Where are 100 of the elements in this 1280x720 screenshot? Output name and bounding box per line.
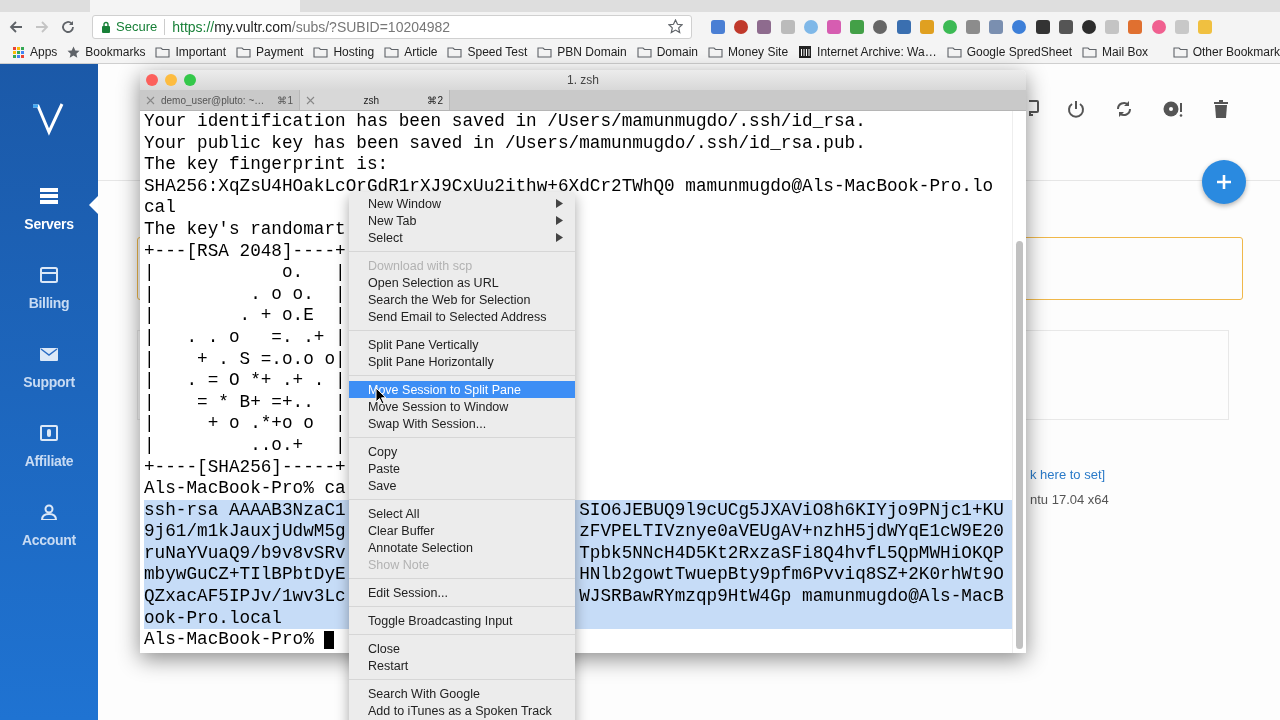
bookmark[interactable]: Money Site <box>708 45 789 59</box>
shortcut-label: ⌘2 <box>427 94 443 106</box>
sidebar-item[interactable]: Affiliate <box>0 425 98 469</box>
menu-item[interactable]: Open Selection as URL <box>349 274 575 291</box>
menu-item[interactable]: Select <box>349 229 575 246</box>
menu-item[interactable]: Send Email to Selected Address <box>349 308 575 325</box>
bookmark[interactable]: Mail Box <box>1082 45 1149 59</box>
refresh-icon[interactable] <box>1115 100 1133 118</box>
menu-item[interactable]: Select All <box>349 505 575 522</box>
bookmark[interactable]: Apps <box>12 45 58 59</box>
terminal-text: SHA256:XqZsU4HOakLcOrGdR1rXJ9CxUu2ithw+6XdCr2TWhQ0 mamunmugdo@Als-MacBook-Pro.lo <box>144 175 994 196</box>
shortcut-label: ⌘1 <box>277 94 293 106</box>
menu-item[interactable]: Search the Web for Selection <box>349 291 575 308</box>
folder-icon <box>1082 46 1098 58</box>
bookmark[interactable]: Speed Test <box>447 45 528 59</box>
terminal-text: | o. | <box>144 262 346 283</box>
terminal-text: The key fingerprint is: <box>144 154 389 175</box>
menu-item[interactable]: Copy <box>349 443 575 460</box>
bookmark[interactable]: Important <box>155 45 227 59</box>
menu-item[interactable]: Edit Session... <box>349 584 575 601</box>
menu-item[interactable]: New Window <box>349 195 575 212</box>
terminal-text: | ..o.+ | <box>144 434 346 455</box>
card-icon <box>40 267 58 283</box>
bookmark[interactable]: Google SpredSheet <box>946 45 1073 59</box>
menu-item[interactable]: Toggle Broadcasting Input <box>349 612 575 629</box>
terminal-text: | . + o.E | <box>144 305 346 326</box>
star-icon <box>67 45 81 59</box>
bookmark[interactable]: Internet Archive: Wa… <box>798 45 937 59</box>
terminal-text: | + . S =.o.o o| <box>144 348 346 369</box>
menu-item[interactable]: Restart <box>349 657 575 674</box>
terminal-text: WJSRBawRYmzqp9HtW4Gp mamunmugdo@Als-MacB <box>579 586 1004 608</box>
menu-item[interactable]: Clear Buffer <box>349 522 575 539</box>
server-list-icon <box>40 188 58 204</box>
menu-item[interactable]: Paste <box>349 460 575 477</box>
apps-grid-icon <box>12 45 25 59</box>
menu-item[interactable]: Search With Google <box>349 685 575 702</box>
columns-icon <box>798 45 813 59</box>
bookmark[interactable]: Domain <box>636 45 699 59</box>
monitor-icon[interactable] <box>1029 100 1039 116</box>
scrollbar-thumb[interactable] <box>1016 241 1023 649</box>
menu-item[interactable]: Add to iTunes as a Spoken Track <box>349 702 575 719</box>
url-text: https://my.vultr.com/subs/?SUBID=10204982 <box>172 18 451 35</box>
menu-item[interactable]: Close <box>349 640 575 657</box>
folder-icon <box>313 46 329 58</box>
folder-icon <box>537 46 553 58</box>
folder-icon <box>447 46 463 58</box>
terminal-text: HNlb2gowtTwuepBty9pfm6Pvviq8SZ+2K0rhWt9O <box>579 564 1004 587</box>
close-icon[interactable] <box>146 95 155 105</box>
terminal-text: | . = O *+ .+ . | <box>144 370 346 391</box>
link[interactable]: k here to set] <box>1030 467 1106 482</box>
power-icon[interactable] <box>1067 100 1085 118</box>
terminal-text: +---[RSA 2048]----+ <box>144 240 346 261</box>
star-icon[interactable] <box>668 19 683 34</box>
sidebar-item[interactable]: Account <box>0 504 98 548</box>
terminal-text: mbywGuCZ+TIlBPbtDyE <box>144 564 346 587</box>
menu-item[interactable]: Split Pane Vertically <box>349 336 575 353</box>
trash-icon[interactable] <box>1213 100 1229 118</box>
terminal-text: | . o o. | <box>144 283 346 304</box>
menu-item[interactable]: Annotate Selection <box>349 539 575 556</box>
menu-item[interactable]: New Tab <box>349 212 575 229</box>
close-icon[interactable] <box>306 95 315 105</box>
bookmark[interactable]: Bookmarks <box>67 45 146 59</box>
menu-item[interactable]: Save <box>349 477 575 494</box>
zoom-icon[interactable] <box>184 74 196 86</box>
terminal-text: QZxacAF5IPJv/1wv3Lc <box>144 586 346 608</box>
plus-icon <box>1216 174 1232 190</box>
back-icon[interactable] <box>8 18 24 35</box>
tab-label: demo_user@pluto: ~… <box>161 94 266 106</box>
add-button[interactable] <box>1202 160 1246 204</box>
envelope-icon <box>40 346 58 362</box>
close-icon[interactable] <box>146 74 158 86</box>
terminal-tab[interactable]: zsh ⌘2 <box>300 90 450 110</box>
bookmark[interactable]: Payment <box>236 45 304 59</box>
sidebar-item[interactable]: Support <box>0 346 98 390</box>
bookmark[interactable]: Hosting <box>313 45 375 59</box>
terminal-text: 9j61/m1kJauxjUdwM5g <box>144 521 346 543</box>
terminal-text: Als-MacBook-Pro% <box>144 629 315 651</box>
extension-icon[interactable] <box>1034 18 1051 35</box>
terminal-text: | = * B+ =+.. | <box>144 391 346 412</box>
terminal-text: cal <box>144 197 176 218</box>
bookmark[interactable]: Article <box>384 45 438 59</box>
folder-icon <box>708 46 724 58</box>
menu-item[interactable]: Split Pane Horizontally <box>349 353 575 370</box>
terminal-text: +----[SHA256]-----+ <box>144 456 346 477</box>
bookmark[interactable]: PBN Domain <box>537 45 627 59</box>
disc-alert-icon[interactable] <box>1163 100 1183 118</box>
forward-icon[interactable] <box>34 18 50 35</box>
terminal-text: | . . o =. .+ | <box>144 326 346 347</box>
os-label: ntu 17.04 x64 <box>1030 492 1109 507</box>
reload-icon[interactable] <box>60 18 76 35</box>
menu-item[interactable]: Swap With Session... <box>349 415 575 432</box>
extension-icon[interactable] <box>1081 18 1097 35</box>
menu-item[interactable]: Move Session to Window <box>349 398 575 415</box>
bill-icon <box>40 425 58 441</box>
folder-icon <box>155 46 171 58</box>
sidebar-item[interactable]: Billing <box>0 267 98 311</box>
extension-icon[interactable] <box>1057 18 1074 35</box>
bookmark[interactable]: Other Bookmark <box>1172 45 1280 59</box>
address-bar[interactable]: Secure https://my.vultr.com/subs/?SUBID=10204982 <box>92 14 692 39</box>
tab-label: zsh <box>362 94 380 106</box>
